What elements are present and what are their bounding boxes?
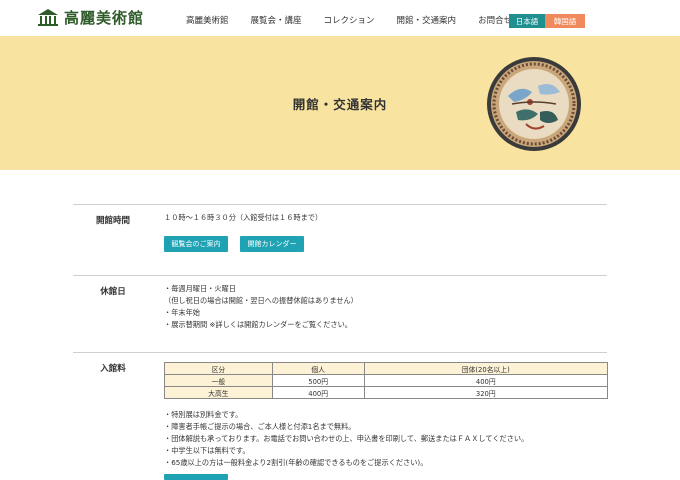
fee-note: ・団体解説も承っております。お電話でお問い合わせの上、申込書を印刷して、郵送また… xyxy=(164,434,529,443)
museum-building-icon xyxy=(38,9,58,26)
nav-item-access[interactable]: 開館・交通案内 xyxy=(397,14,457,26)
table-cell: 大高生 xyxy=(164,386,273,399)
table-header-cell: 団体(20名以上) xyxy=(363,362,609,375)
exhibitions-info-button[interactable]: 観覧会のご案内 xyxy=(164,236,228,252)
nav-item-collection[interactable]: コレクション xyxy=(324,14,375,26)
hours-text: １０時～１６時３０分（入館受付は１６時まで） xyxy=(164,213,323,222)
logo-text: 高麗美術館 xyxy=(64,8,145,27)
ceramic-plate-image xyxy=(487,57,581,151)
cut-off-button[interactable] xyxy=(164,474,228,480)
calendar-button[interactable]: 開館カレンダー xyxy=(240,236,304,252)
site-logo[interactable]: 高麗美術館 xyxy=(36,6,154,28)
nav-item-contact[interactable]: お問合せ xyxy=(478,14,512,26)
closed-line: ・毎週月曜日・火曜日 xyxy=(164,284,236,293)
fee-note: ・中学生以下は無料です。 xyxy=(164,446,250,455)
fees-label: 入館料 xyxy=(100,364,126,374)
nav-item-museum[interactable]: 高麗美術館 xyxy=(186,14,229,26)
fee-note: ・特別展は別料金です。 xyxy=(164,410,243,419)
table-cell: 500円 xyxy=(271,374,365,387)
section-divider xyxy=(73,275,607,276)
section-divider xyxy=(73,352,607,353)
table-cell: 一般 xyxy=(164,374,273,387)
fee-table: 区分 個人 団体(20名以上) 一般 500円 400円 大高生 400円 32… xyxy=(164,362,609,399)
hours-label: 開館時間 xyxy=(95,216,130,226)
table-header-cell: 区分 xyxy=(164,362,273,375)
table-cell: 320円 xyxy=(363,386,609,399)
table-header-cell: 個人 xyxy=(271,362,365,375)
lang-korean-button[interactable]: 韓国語 xyxy=(545,14,585,28)
closed-label: 休館日 xyxy=(100,287,126,297)
lang-japanese-button[interactable]: 日本語 xyxy=(509,14,545,28)
section-divider xyxy=(73,204,607,205)
closed-line: ・年末年始 xyxy=(164,308,200,317)
fee-note: ・障害者手帳ご提示の場合、ご本人様と付添1名まで無料。 xyxy=(164,422,356,431)
table-cell: 400円 xyxy=(363,374,609,387)
closed-line: （但し祝日の場合は開館・翌日への振替休館はありません） xyxy=(164,296,358,305)
closed-line: ・展示替期間 ※詳しくは開館カレンダーをご覧ください。 xyxy=(164,320,352,329)
hero-banner: 開館・交通案内 xyxy=(0,36,680,170)
site-header: 高麗美術館 高麗美術館 展覧会・講座 コレクション 開館・交通案内 お問合せ 日… xyxy=(0,0,680,36)
nav-item-exhibitions[interactable]: 展覧会・講座 xyxy=(251,14,302,26)
fee-note: ・65歳以上の方は一般料金より2割引(年齢の確認できるものをご提示ください)。 xyxy=(164,458,428,467)
table-row: 一般 500円 400円 xyxy=(164,374,609,387)
table-header-row: 区分 個人 団体(20名以上) xyxy=(164,362,609,375)
main-nav: 高麗美術館 展覧会・講座 コレクション 開館・交通案内 お問合せ xyxy=(186,14,512,26)
table-cell: 400円 xyxy=(271,386,365,399)
table-row: 大高生 400円 320円 xyxy=(164,386,609,399)
